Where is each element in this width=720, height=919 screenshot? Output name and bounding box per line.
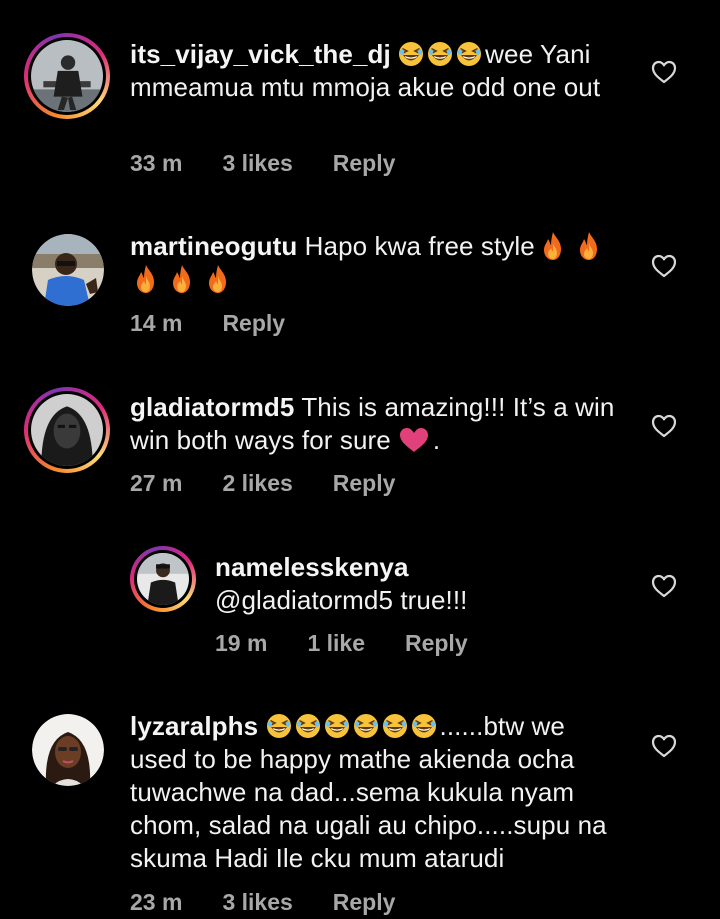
comment-username[interactable]: martineogutu [130, 231, 297, 261]
laugh-emoji-icon [353, 713, 379, 739]
laugh-emoji-icon [295, 713, 321, 739]
comment-body: gladiatormd5 This is amazing!!! It’s a w… [130, 391, 620, 457]
laugh-emoji-icon [266, 713, 292, 739]
comment-body: lyzaralphs ......btw we used to be happy… [130, 710, 620, 875]
fire-emoji-icon [134, 264, 158, 294]
laugh-emoji-icon [456, 41, 482, 67]
comment-time: 23 m [130, 889, 183, 915]
comment-time: 27 m [130, 470, 183, 496]
comment-meta: 19 m 1 like Reply [215, 630, 468, 657]
reply-button[interactable]: Reply [405, 630, 468, 657]
laugh-emoji-icon [382, 713, 408, 739]
heart-outline-icon[interactable] [651, 574, 677, 598]
fire-emoji-icon [170, 264, 194, 294]
comment-username[interactable]: its_vijay_vick_the_dj [130, 39, 391, 69]
heart-outline-icon[interactable] [651, 734, 677, 758]
comment-time: 19 m [215, 630, 268, 656]
reply-button[interactable]: Reply [333, 470, 396, 497]
fire-emoji-icon [206, 264, 230, 294]
avatar[interactable] [32, 714, 104, 786]
heart-outline-icon[interactable] [651, 60, 677, 84]
reply-button[interactable]: Reply [222, 310, 285, 337]
comment-meta: 14 m Reply [130, 310, 285, 337]
comment-text: @gladiatormd5 true!!! [215, 585, 468, 615]
avatar[interactable] [130, 546, 196, 612]
laugh-emoji-icon [427, 41, 453, 67]
comment-body: namelesskenya @gladiatormd5 true!!! [215, 551, 635, 617]
avatar[interactable] [24, 33, 110, 119]
laugh-emoji-icon [324, 713, 350, 739]
comment-body: martineogutu Hapo kwa free style [130, 230, 620, 296]
avatar[interactable] [24, 387, 110, 473]
comment-username[interactable]: lyzaralphs [130, 711, 258, 741]
reply-button[interactable]: Reply [333, 889, 396, 916]
comment-likes[interactable]: 3 likes [222, 150, 292, 177]
heart-outline-icon[interactable] [651, 254, 677, 278]
laugh-emoji-icon [411, 713, 437, 739]
comment-likes[interactable]: 3 likes [222, 889, 292, 916]
comment-time: 33 m [130, 150, 183, 176]
reply-button[interactable]: Reply [333, 150, 396, 177]
comment-likes[interactable]: 2 likes [222, 470, 292, 497]
fire-emoji-icon [577, 231, 601, 261]
comment-likes[interactable]: 1 like [307, 630, 365, 657]
comment-meta: 23 m 3 likes Reply [130, 889, 395, 916]
heart-outline-icon[interactable] [651, 414, 677, 438]
comment-meta: 33 m 3 likes Reply [130, 150, 395, 177]
comment-username[interactable]: namelesskenya [215, 552, 409, 582]
fire-emoji-icon [541, 231, 565, 261]
comment-username[interactable]: gladiatormd5 [130, 392, 294, 422]
comment-text-end: . [432, 425, 441, 455]
comment-body: its_vijay_vick_the_dj wee Yani mmeamua m… [130, 38, 620, 104]
comment-meta: 27 m 2 likes Reply [130, 470, 395, 497]
comment-time: 14 m [130, 310, 183, 336]
laugh-emoji-icon [398, 41, 424, 67]
comment-text: Hapo kwa free style [304, 231, 535, 261]
pink-heart-emoji-icon [399, 427, 429, 453]
avatar[interactable] [32, 234, 104, 306]
